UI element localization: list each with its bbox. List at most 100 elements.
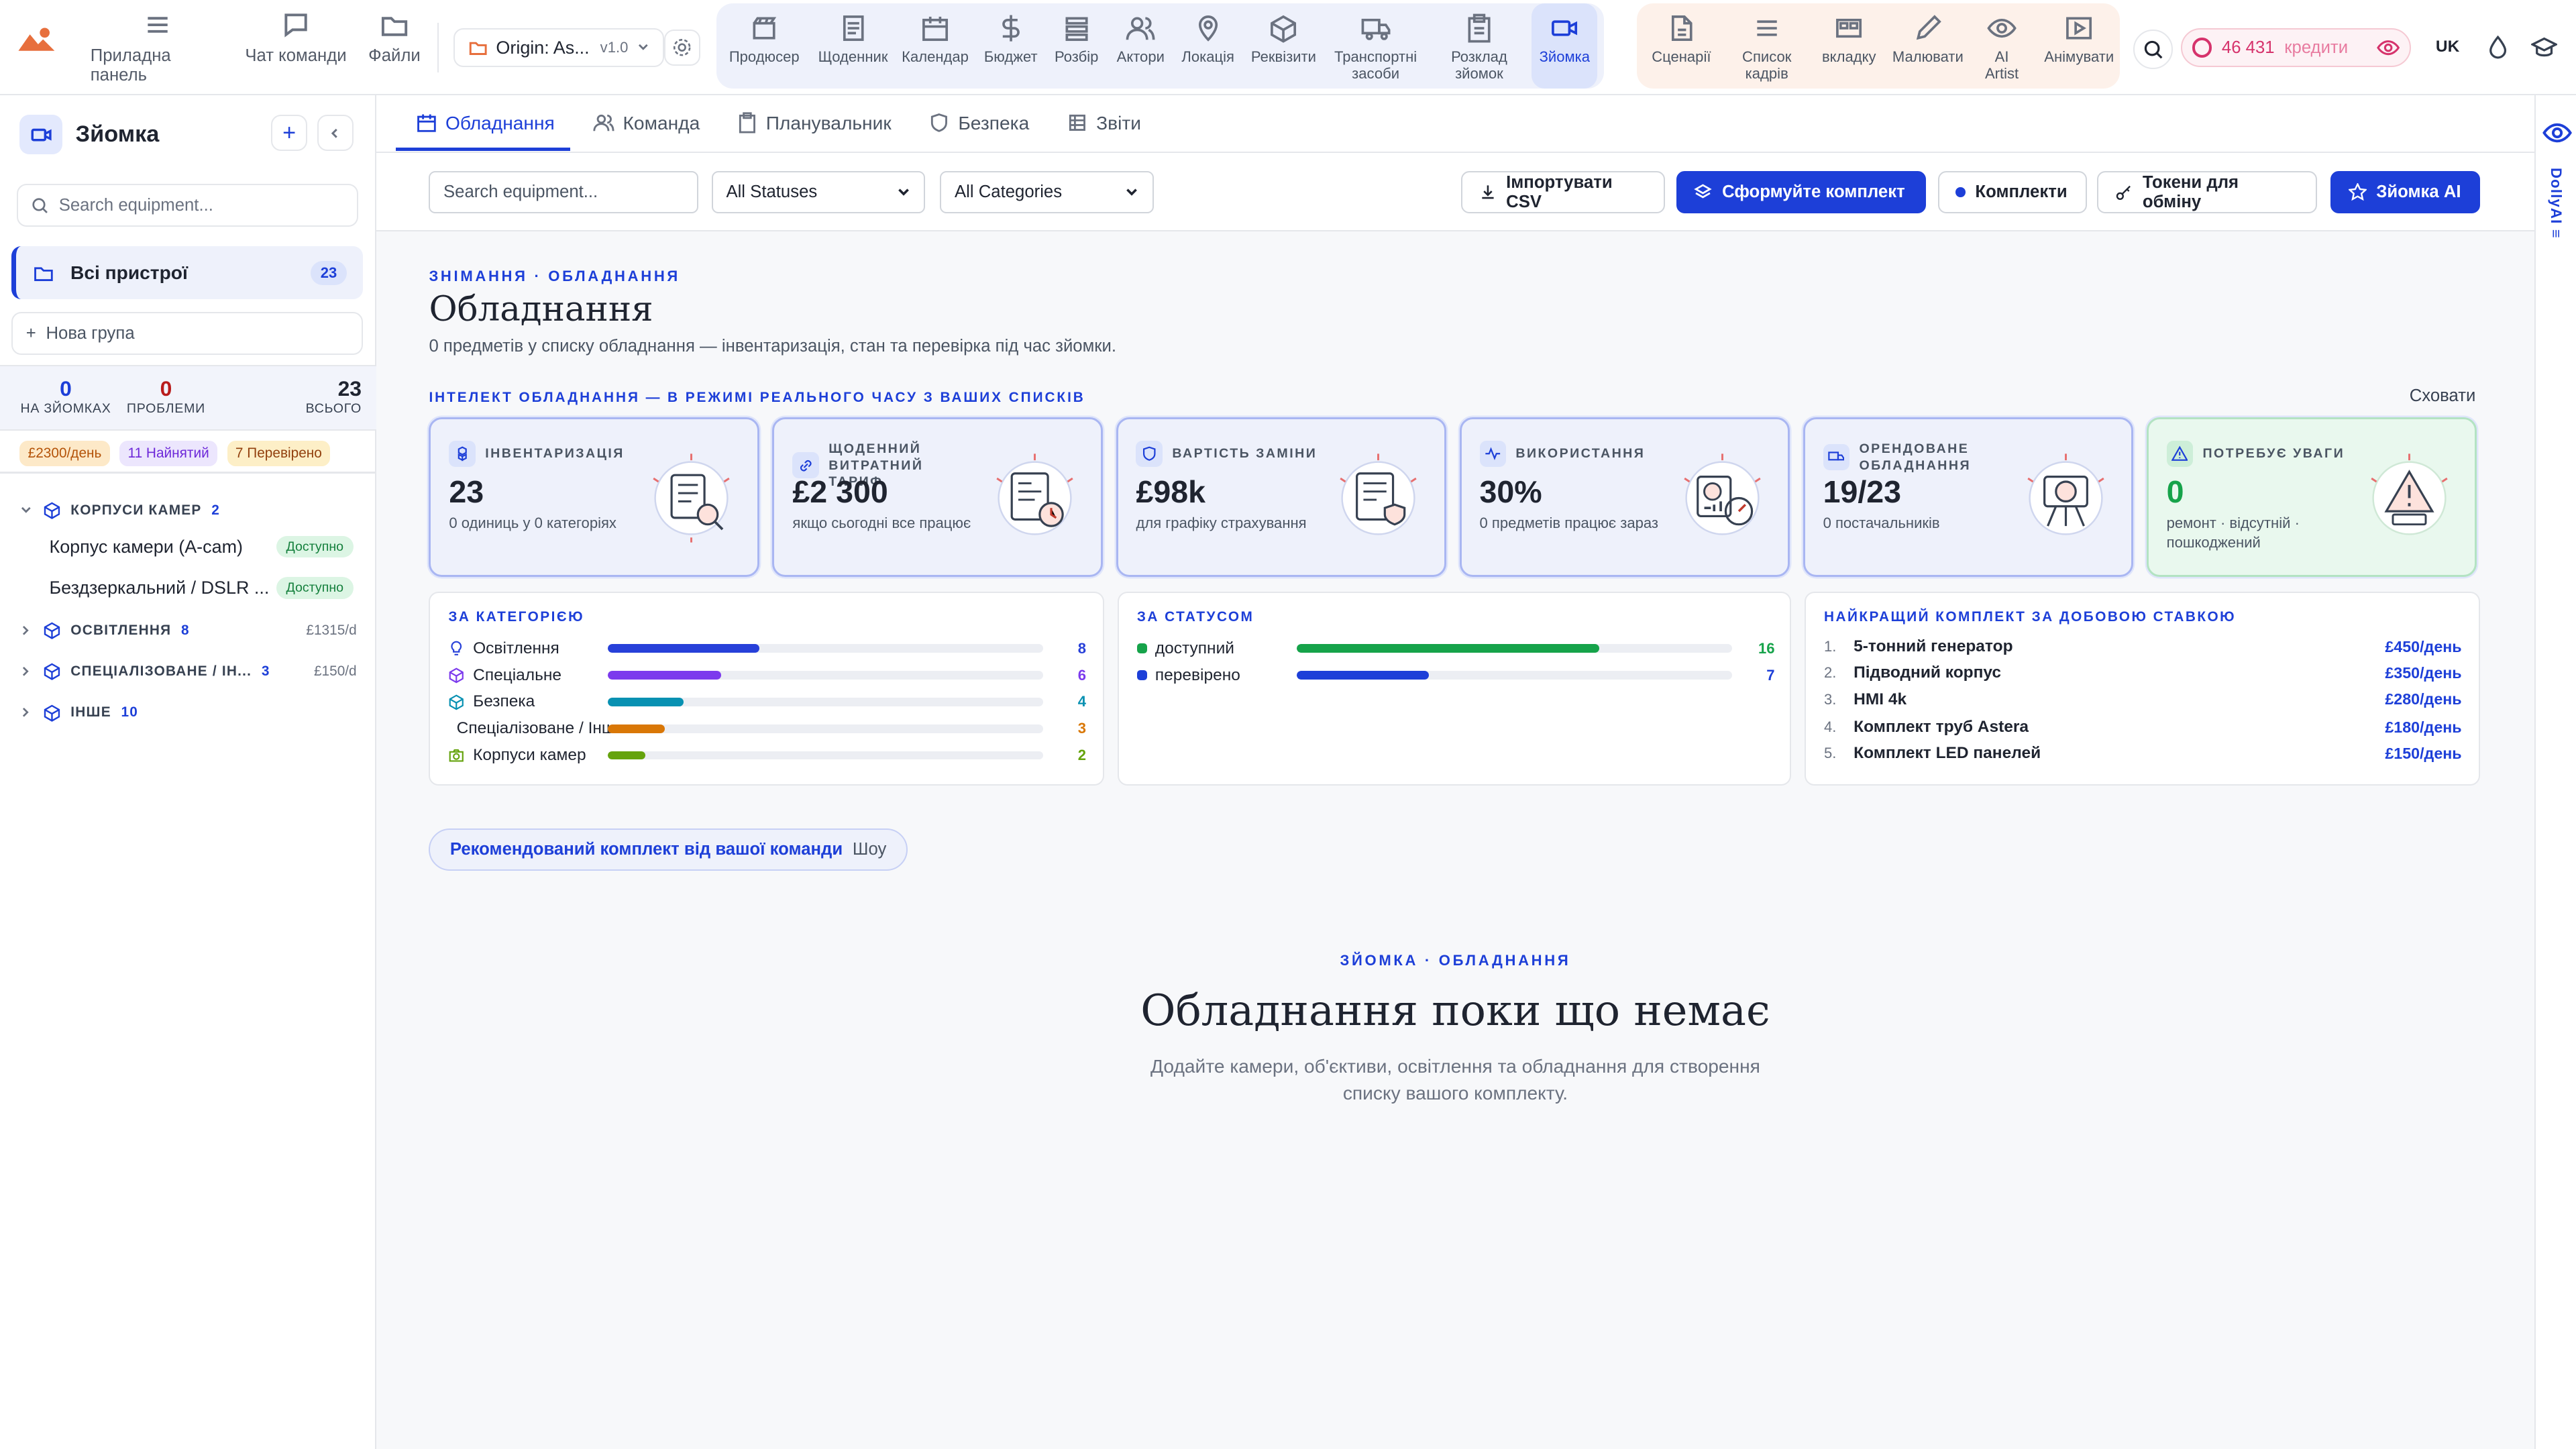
kpi-card-needs-attention[interactable]: ПОТРЕБУЄ УВАГИ 0 ремонт · відсутній · по…	[2146, 417, 2477, 577]
shoot-ai-button[interactable]: Зйомка AI	[2330, 170, 2481, 214]
new-group-button[interactable]: + Нова група	[11, 312, 364, 356]
tree-item[interactable]: Бездзеркальний / DSLR ... Доступно	[49, 576, 354, 599]
category-row[interactable]: Корпуси камер 2	[448, 746, 1086, 765]
module-actors[interactable]: Актори	[1108, 3, 1173, 89]
recommended-kit-pill[interactable]: Рекомендований комплект від вашої команд…	[429, 828, 908, 871]
module-breakdown[interactable]: Розбір	[1045, 3, 1108, 89]
equipment-search-input[interactable]: Search equipment...	[429, 170, 699, 214]
language-switch[interactable]: UK	[2436, 38, 2459, 56]
kpi-card-replacement-value[interactable]: ВАРТІСТЬ ЗАМІНИ £98k для графіку страхув…	[1116, 417, 1446, 577]
category-row[interactable]: Освітлення 8	[448, 639, 1086, 658]
category-row[interactable]: Спеціальне 6	[448, 666, 1086, 685]
tool-label: вкладку	[1821, 48, 1876, 66]
sidebar-title: Зйомка	[75, 121, 160, 148]
top-kit-row[interactable]: 1. 5-тонний генератор £450/день	[1824, 637, 2462, 656]
nav-files[interactable]: Файли	[365, 10, 424, 66]
by-category-panel: ЗА КАТЕГОРІЄЮ Освітлення 8 Спеціальне 6 Безп…	[429, 591, 1105, 786]
tab-equipment[interactable]: Обладнання	[416, 112, 555, 134]
tab-reports[interactable]: Звіти	[1067, 112, 1141, 134]
top-kit-row[interactable]: 5. Комплект LED панелей £150/день	[1824, 744, 2462, 763]
tool-shot-list[interactable]: Список кадрів	[1725, 3, 1808, 89]
recommended-kit-action[interactable]: Шоу	[853, 840, 886, 859]
rank: 2.	[1824, 664, 1837, 682]
status-value: 16	[1758, 639, 1775, 657]
module-calendar[interactable]: Календар	[894, 3, 977, 89]
category-row[interactable]: Спеціалізоване / Інше 3	[448, 719, 1086, 738]
module-producer[interactable]: Продюсер	[716, 3, 812, 89]
tab-planner[interactable]: Планувальник	[737, 112, 892, 134]
status-row[interactable]: доступний 16	[1136, 639, 1775, 658]
top-kit-row[interactable]: 2. Підводний корпус £350/день	[1824, 663, 2462, 682]
tab-safety[interactable]: Безпека	[928, 112, 1029, 134]
tab-team[interactable]: Команда	[593, 112, 700, 134]
module-shooting-schedule[interactable]: Розклад зйомок	[1427, 3, 1532, 89]
kit-name: Комплект LED панелей	[1854, 744, 2041, 763]
module-shoot[interactable]: Зйомка	[1532, 3, 1598, 89]
count-badge: 23	[311, 260, 347, 285]
tool-storyboard[interactable]: вкладку	[1808, 3, 1890, 89]
theme-drop-icon[interactable]	[2485, 34, 2511, 60]
kits-button[interactable]: Комплекти	[1937, 170, 2088, 214]
import-csv-button[interactable]: Імпортувати CSV	[1461, 170, 1665, 214]
tree-item[interactable]: Корпус камери (A-cam) Доступно	[50, 535, 354, 558]
module-vehicles[interactable]: Транспортні засоби	[1325, 3, 1427, 89]
kpi-card-header: ОРЕНДОВАНЕ ОБЛАДНАННЯ	[1823, 441, 2012, 474]
app-logo-icon[interactable]	[17, 26, 56, 52]
kpi-card-inventory[interactable]: ІНВЕНТАРИЗАЦІЯ 23 0 одиниць у 0 категорі…	[429, 417, 759, 577]
category-bar-fill	[608, 644, 759, 653]
eye-icon[interactable]	[2542, 118, 2572, 148]
tool-label: AI Artist	[1984, 48, 2019, 82]
project-settings-button[interactable]	[663, 30, 700, 66]
pencil-icon	[1916, 14, 1941, 40]
module-journal[interactable]: Щоденник	[812, 3, 894, 89]
module-budget[interactable]: Бюджет	[976, 3, 1045, 89]
top-kit-row[interactable]: 3. HMI 4k £280/день	[1824, 690, 2462, 709]
category-filter-select[interactable]: All Categories	[940, 170, 1154, 214]
tool-animate[interactable]: Анімувати	[2038, 3, 2121, 89]
kpi-card-value: £98k	[1136, 474, 1206, 510]
module-props[interactable]: Реквізити	[1242, 3, 1325, 89]
stat-value: 0	[60, 376, 72, 400]
actors-icon	[1126, 17, 1155, 40]
nav-team-chat[interactable]: Чат команди	[244, 10, 349, 66]
kpi-card-daily-rate[interactable]: ЩОДЕННИЙ ВИТРАТНИЙ ТАРИФ £2 300 якщо сьо…	[772, 417, 1103, 577]
download-icon	[1481, 185, 1494, 199]
sidebar-search-input[interactable]: Search equipment...	[16, 184, 359, 227]
sidebar-item-all-devices[interactable]: Всі пристрої 23	[11, 246, 364, 299]
kpi-card-rented[interactable]: ОРЕНДОВАНЕ ОБЛАДНАННЯ 19/23 0 постачальн…	[1803, 417, 2134, 577]
category-row[interactable]: Безпека 4	[448, 692, 1086, 711]
tree-group-camera-bodies[interactable]: КОРПУСИ КАМЕР 2	[19, 501, 356, 520]
stat-on-shoot: 0 НА ЗЙОМКАХ	[17, 376, 115, 417]
top-kit-row[interactable]: 4. Комплект труб Astera £180/день	[1824, 718, 2462, 737]
tree-group-other[interactable]: ІНШЕ 10	[19, 704, 356, 722]
tree-group-label: СПЕЦІАЛІЗОВАНЕ / ІН...	[70, 663, 252, 679]
dolly-ai-toggle[interactable]: DollyAI ≡	[2547, 168, 2565, 239]
tree-group-specialized[interactable]: СПЕЦІАЛІЗОВАНЕ / ІН... 3 £150/d	[19, 662, 357, 681]
status-filter-select[interactable]: All Statuses	[711, 170, 926, 214]
category-label: Спеціалізоване / Інше	[456, 719, 625, 738]
module-location[interactable]: Локація	[1173, 3, 1242, 89]
kit-rate: £280/день	[2385, 690, 2462, 708]
nav-dashboard[interactable]: Приладна панель	[91, 10, 225, 85]
tool-ai-artist[interactable]: AI Artist	[1966, 3, 2038, 89]
collapse-sidebar-button[interactable]	[317, 115, 354, 152]
chevron-right-icon	[23, 708, 30, 717]
exchange-tokens-button[interactable]: Токени для обміну	[2097, 170, 2318, 214]
tree-group-lighting[interactable]: ОСВІТЛЕННЯ 8 £1315/d	[19, 621, 357, 639]
tree-item-label: Бездзеркальний / DSLR ...	[49, 577, 270, 598]
project-selector[interactable]: Origin: As... v1.0	[453, 28, 664, 68]
active-tab-indicator	[396, 148, 571, 152]
divider	[0, 472, 377, 474]
kpi-card-utilization[interactable]: ВИКОРИСТАННЯ 30% 0 предметів працює зара…	[1459, 417, 1790, 577]
tool-scripts[interactable]: Сценарії	[1637, 3, 1725, 89]
global-search-button[interactable]	[2133, 30, 2173, 69]
graduation-cap-icon[interactable]	[2531, 34, 2558, 60]
shield-icon	[1136, 441, 1163, 468]
add-button[interactable]: +	[271, 115, 308, 152]
hide-intel-button[interactable]: Сховати	[2410, 386, 2476, 406]
tool-draw[interactable]: Малювати	[1890, 3, 1966, 89]
status-value: 7	[1766, 666, 1775, 684]
credits-badge[interactable]: 46 431 кредити	[2181, 28, 2412, 68]
build-kit-button[interactable]: Сформуйте комплект	[1676, 170, 1927, 214]
status-row[interactable]: перевірено 7	[1136, 666, 1775, 685]
